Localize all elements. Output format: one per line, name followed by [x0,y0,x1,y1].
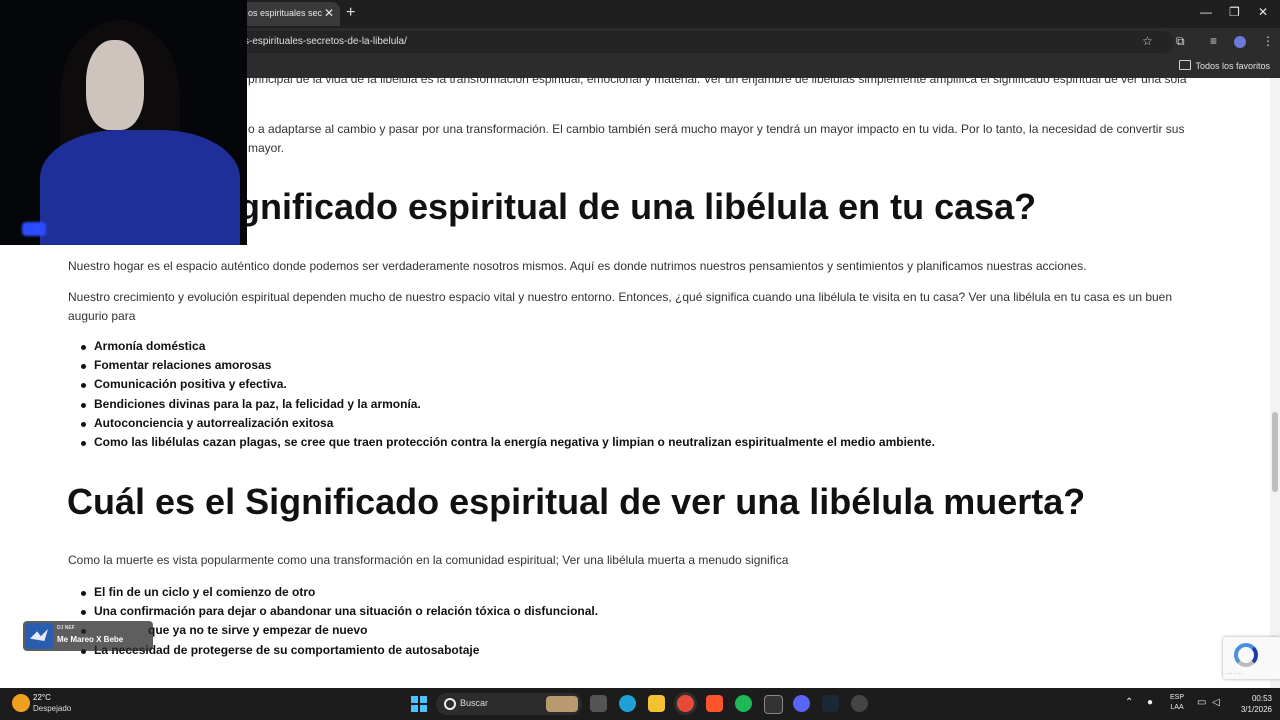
task-view-icon[interactable] [590,695,607,712]
heading-dead-dragonfly: Cuál es el Significado espiritual de ver… [67,481,1086,522]
all-bookmarks-label: Todos los favoritos [1195,61,1270,71]
spotify-icon[interactable] [735,695,752,712]
new-tab-icon[interactable]: + [346,4,355,22]
active-tab[interactable]: os espirituales secre ✕ [240,2,340,26]
top-paragraph: o a adaptarse al cambio y pasar por una … [248,120,1198,158]
list-item: Armonía doméstica [78,337,935,356]
house-meaning-list: Armonía doméstica Fomentar relaciones am… [78,337,935,452]
minimize-icon[interactable]: — [1200,5,1212,19]
folder-icon [1179,60,1192,70]
paragraph-home: Nuestro hogar es el espacio auténtico do… [68,259,1087,273]
obs-icon[interactable] [851,695,868,712]
media-controls-icon[interactable]: ≡ [1210,34,1217,48]
dead-dragonfly-list: El fin de un ciclo y el comienzo de otro… [78,583,598,660]
recaptcha-badge[interactable]: ···· · ··· [1223,637,1280,679]
weather-sun-icon [12,694,30,712]
network-icon[interactable]: ▭ [1197,697,1206,708]
list-item: Como las libélulas cazan plagas, se cree… [78,433,935,452]
list-item: Bendiciones divinas para la paz, la feli… [78,395,935,414]
close-window-icon[interactable]: ✕ [1258,5,1268,19]
search-highlight-icon [546,696,578,712]
heading-house-meaning: ignificado espiritual de una libélula en… [228,186,1037,227]
system-clock[interactable]: 00:53 3/1/2026 [1232,693,1272,715]
microphone-icon[interactable]: ● [1147,697,1153,708]
list-item: Una confirmación para dejar o abandonar … [78,602,598,621]
weather-temperature: 22°C [33,693,51,702]
now-playing-title: Me Mareo X Bebe [57,635,124,644]
clipped-paragraph: principal de la vida de la libélula es l… [248,78,1187,86]
brave-browser-icon[interactable] [706,695,723,712]
discord-icon[interactable] [793,695,810,712]
taskbar-search[interactable]: Buscar [436,693,582,715]
lang-line1: ESP [1170,694,1185,701]
paragraph-growth: Nuestro crecimiento y evolución espiritu… [68,290,1173,323]
windows-start-icon[interactable] [411,696,427,712]
clock-time: 00:53 [1251,694,1272,703]
webcam-overlay [0,0,247,245]
lang-line2: LAA [1170,704,1184,711]
list-item: Autoconciencia y autorrealización exitos… [78,414,935,433]
page-scrollbar[interactable] [1270,78,1280,688]
epic-games-icon[interactable] [764,695,783,714]
tab-close-icon[interactable]: ✕ [324,6,334,20]
tray-overflow-icon[interactable]: ⌃ [1125,697,1133,708]
list-item: Comunicación positiva y efectiva. [78,375,935,394]
url-text: s-espirituales-secretos-de-la-libelula/ [244,36,407,47]
list-item: La necesidad de protegerse de su comport… [78,641,598,660]
now-playing-artist: DJ NEF [57,625,75,631]
album-art-icon [25,623,53,649]
menu-kebab-icon[interactable]: ⋮ [1262,34,1274,48]
address-bar[interactable]: s-espirituales-secretos-de-la-libelula/ [234,31,1174,53]
search-label: Buscar [460,698,489,708]
language-indicator[interactable]: ESP LAA [1170,693,1184,713]
list-item: que ya no te sirve y empezar de nuevo [78,621,598,640]
scrollbar-thumb[interactable] [1272,412,1278,492]
edge-browser-icon[interactable] [619,695,636,712]
steam-icon[interactable] [822,695,839,712]
all-bookmarks-button[interactable]: Todos los favoritos [1179,60,1270,71]
list-item: El fin de un ciclo y el comienzo de otro [78,583,598,602]
chrome-browser-icon[interactable] [677,695,694,712]
top-paragraph-line1: o a adaptarse al cambio y pasar por una … [248,122,1185,136]
list-item: Fomentar relaciones amorosas [78,356,935,375]
now-playing-widget: DJ NEF Me Mareo X Bebe [23,621,153,651]
windows-taskbar: 22°C Despejado Buscar ⌃ ● ESP LAA ▭ ◁ 00… [0,688,1280,720]
webcam-person-shirt [40,130,240,245]
search-icon [444,698,456,710]
restore-icon[interactable]: ❐ [1229,5,1240,19]
weather-description: Despejado [33,704,72,713]
recaptcha-terms-icon: ···· · ··· [1226,671,1243,677]
recaptcha-logo-icon [1234,643,1258,667]
bookmark-star-icon[interactable]: ☆ [1142,34,1153,48]
webcam-blue-light [22,222,46,236]
file-explorer-icon[interactable] [648,695,665,712]
extensions-icon[interactable]: ⧉ [1176,34,1185,49]
tab-title: os espirituales secre [248,8,322,18]
top-paragraph-line2: mayor. [248,141,285,155]
profile-avatar-icon[interactable] [1234,36,1246,48]
webcam-person-face [86,40,144,130]
clock-date: 3/1/2026 [1240,705,1272,714]
volume-icon[interactable]: ◁ [1212,697,1220,708]
paragraph-death: Como la muerte es vista popularmente com… [68,553,789,567]
